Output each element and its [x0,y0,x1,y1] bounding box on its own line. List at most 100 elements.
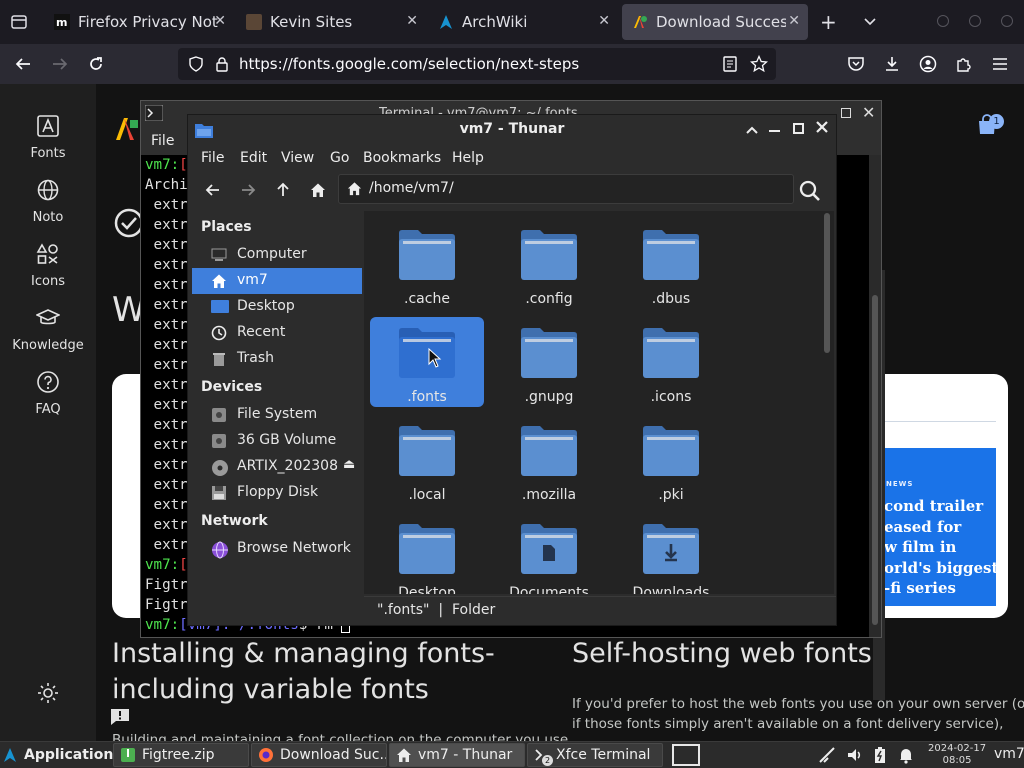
back-arrow-icon[interactable] [14,55,32,73]
minimize-icon[interactable] [769,130,780,132]
new-tab-button[interactable]: + [820,10,837,34]
terminal-maximize-icon[interactable] [841,108,851,118]
file-view-scrollbar[interactable] [824,213,830,353]
menu-view[interactable]: View [281,150,314,166]
lock-icon[interactable] [214,56,230,72]
thunar-titlebar[interactable]: vm7 - Thunar [188,115,836,145]
menu-bookmarks[interactable]: Bookmarks [363,150,441,166]
sidebar-item-filesystem[interactable]: File System [192,402,362,428]
file-icon-view[interactable]: .cache .config .dbus .fonts .gnupg .icons .loc… [364,211,834,594]
sidebar-item-floppy[interactable]: Floppy Disk [192,480,362,506]
home-icon[interactable] [310,182,326,198]
maximize-icon[interactable] [793,123,804,134]
shade-window-icon[interactable] [745,123,759,137]
sidebar-item-trash[interactable]: Trash [192,346,362,372]
window-close-icon[interactable] [1001,15,1013,27]
battery-icon[interactable] [873,746,887,764]
section-title-self-hosting[interactable]: Self-hosting web fonts [572,636,872,672]
rail-item-icons[interactable]: Icons [0,242,96,289]
file-item[interactable]: .mozilla [492,415,606,505]
list-all-tabs-icon[interactable] [862,13,878,29]
volume-icon[interactable] [846,746,864,764]
applications-menu-button[interactable]: Applications [2,743,122,767]
tab-firefox-privacy[interactable]: m Firefox Privacy Noti ✕ [44,4,234,40]
forward-arrow-icon[interactable] [51,55,69,73]
task-thunar[interactable]: vm7 - Thunar [389,743,525,767]
hamburger-menu-icon[interactable] [991,56,1009,72]
task-firefox[interactable]: Download Suc... [251,743,387,767]
sidebar-item-computer[interactable]: Computer [192,242,362,268]
rail-item-knowledge[interactable]: Knowledge [0,306,96,353]
downloads-icon[interactable] [883,55,901,73]
reload-icon[interactable] [87,55,105,73]
news-image[interactable]: NEWS cond trailer eased for w film in or… [884,448,998,606]
file-item[interactable]: .pki [614,415,728,505]
pocket-icon[interactable] [847,56,865,72]
content-card-right[interactable]: NEWS cond trailer eased for w film in or… [884,374,1008,618]
task-xfce-terminal[interactable]: 2 Xfce Terminal [527,743,663,767]
file-item[interactable]: Downloads [614,513,728,594]
rail-item-fonts[interactable]: Fonts [0,114,96,161]
terminal-scrollbar[interactable] [869,155,881,637]
menu-help[interactable]: Help [452,150,484,166]
tab-archwiki[interactable]: ArchWiki ✕ [428,4,618,40]
bookmark-star-icon[interactable] [750,55,768,73]
file-item[interactable]: .icons [614,317,728,407]
rail-item-faq[interactable]: FAQ [0,370,96,417]
tab-download-success[interactable]: Download Success ✕ [622,4,808,40]
file-item[interactable]: .config [492,219,606,309]
clock[interactable]: 2024-02-17 08:05 [928,743,986,767]
workspace-switcher[interactable] [672,744,700,766]
user-name[interactable]: vm7 [994,746,1024,762]
address-bar[interactable]: https://fonts.google.com/selection/next-… [178,48,776,80]
forward-arrow-icon[interactable] [240,182,256,198]
back-arrow-icon[interactable] [205,182,221,198]
notification-bell-icon[interactable] [898,746,914,764]
account-icon[interactable] [919,55,937,73]
location-path-bar[interactable]: /home/vm7/ [338,174,794,204]
reader-view-icon[interactable] [722,56,738,72]
sidebar-item-36gb-volume[interactable]: 36 GB Volume [192,428,362,454]
extensions-puzzle-icon[interactable] [955,55,973,73]
terminal-scrollbar-thumb[interactable] [872,295,878,625]
file-item[interactable]: .gnupg [492,317,606,407]
menu-file[interactable]: File [201,150,224,166]
window-maximize-icon[interactable] [969,15,981,27]
section-title-installing[interactable]: Installing & managing fonts- including v… [112,636,495,708]
file-item[interactable]: .local [370,415,484,505]
tab-overview-icon[interactable] [10,13,28,31]
close-tab-icon[interactable]: ✕ [406,13,418,29]
sidebar-item-artix[interactable]: ARTIX_202308 ⏏ [192,454,362,480]
file-item[interactable]: Documents [492,513,606,594]
file-item[interactable]: .dbus [614,219,728,309]
parent-folder-arrow-icon[interactable] [275,182,291,198]
menu-edit[interactable]: Edit [240,150,267,166]
file-item[interactable]: .fonts [370,317,484,407]
feedback-icon[interactable] [110,708,130,726]
window-minimize-icon[interactable] [937,15,949,27]
search-icon[interactable] [799,180,821,202]
network-signal-icon[interactable] [818,746,836,764]
sidebar-item-desktop[interactable]: Desktop [192,294,362,320]
sidebar-item-vm7[interactable]: vm7 [192,268,362,294]
url-text[interactable]: https://fonts.google.com/selection/next-… [239,55,579,73]
eject-icon[interactable]: ⏏ [343,457,355,472]
rail-item-noto[interactable]: Noto [0,178,96,225]
file-item[interactable]: Desktop [370,513,484,594]
theme-toggle-icon[interactable] [37,682,59,704]
sidebar-item-browse-network[interactable]: Browse Network [192,536,362,562]
thunar-window[interactable]: vm7 - Thunar File Edit View Go Bookmarks… [187,114,837,626]
close-tab-icon[interactable]: ✕ [788,13,800,29]
tab-kevin-sites[interactable]: Kevin Sites ✕ [236,4,426,40]
menu-go[interactable]: Go [330,150,349,166]
task-figtree-zip[interactable]: Figtree.zip [113,743,249,767]
file-item[interactable]: .cache [370,219,484,309]
close-tab-icon[interactable]: ✕ [214,13,226,29]
close-tab-icon[interactable]: ✕ [598,13,610,29]
terminal-close-icon[interactable]: ✕ [862,103,875,122]
close-window-icon[interactable] [815,120,829,134]
tracking-shield-icon[interactable] [188,56,204,72]
sidebar-item-recent[interactable]: Recent [192,320,362,346]
terminal-menu-file[interactable]: File [151,133,174,149]
location-path-text[interactable]: /home/vm7/ [369,180,454,196]
